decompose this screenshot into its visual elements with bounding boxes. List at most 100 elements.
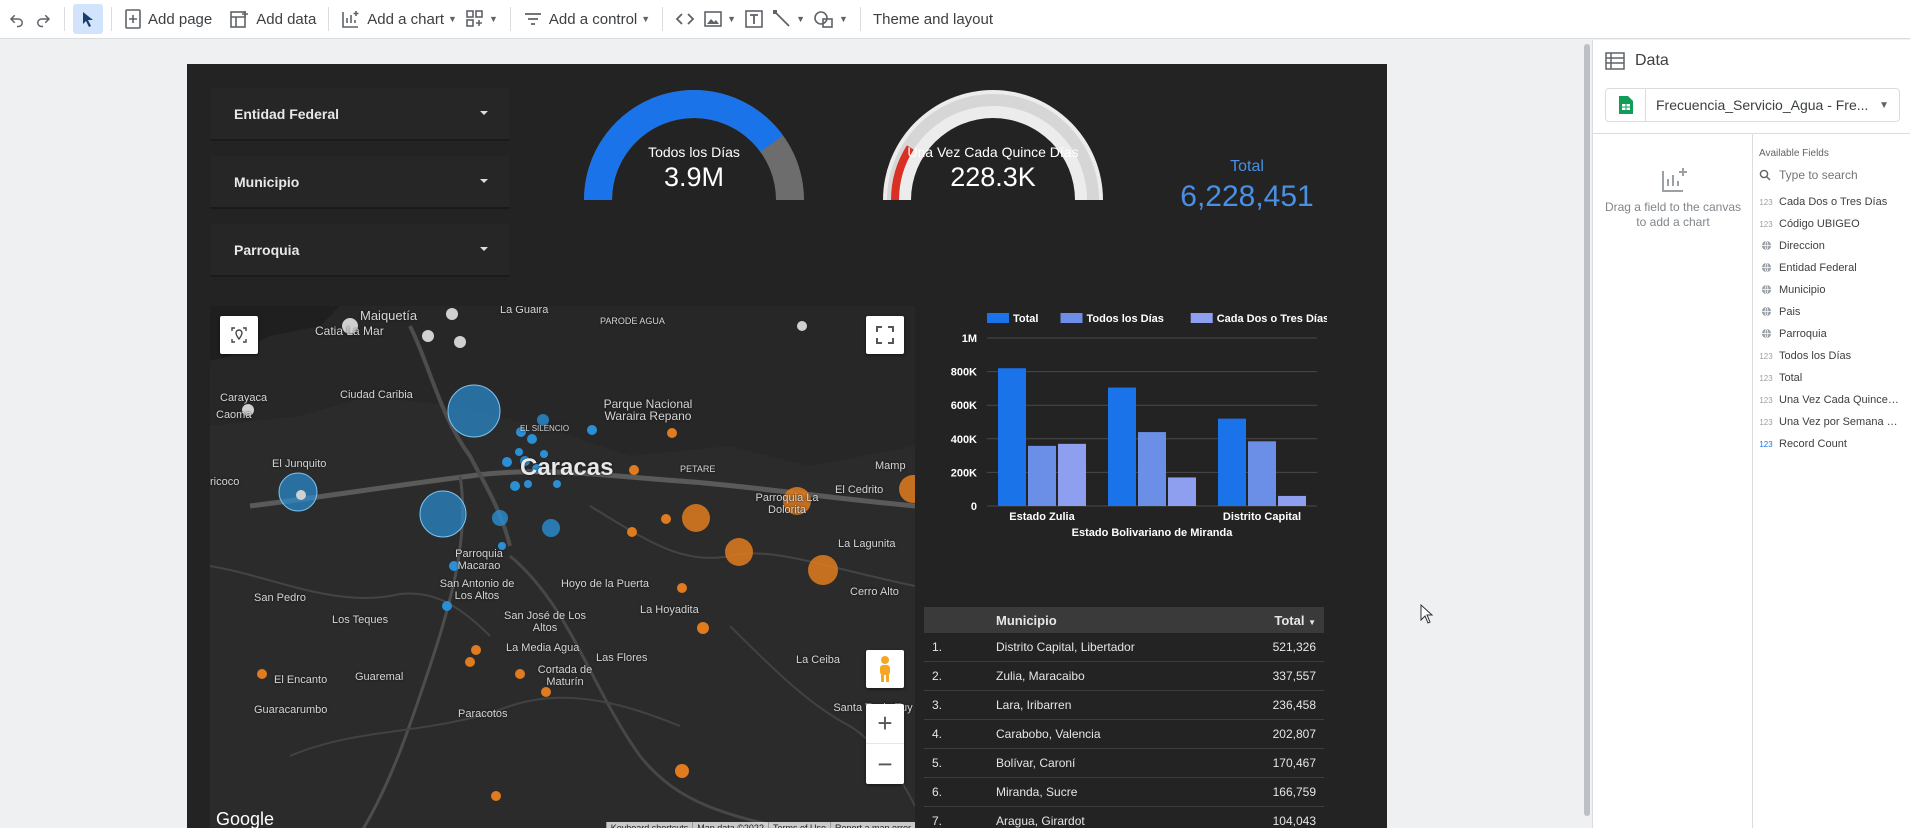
row-index: 5.: [932, 756, 943, 770]
legend-label: Total: [1013, 313, 1038, 325]
sort-desc-icon: ▼: [1308, 617, 1316, 627]
field-item[interactable]: 123 Una Vez Cada Quince ...: [1753, 389, 1910, 411]
table-header-municipio[interactable]: Municipio: [996, 613, 1234, 628]
scrollbar-thumb[interactable]: [1584, 44, 1590, 816]
row-total: 236,458: [1272, 698, 1316, 712]
legend-swatch: [1060, 313, 1083, 323]
add-data-button[interactable]: Add data: [226, 4, 320, 34]
zoom-controls: + −: [866, 704, 904, 784]
field-item[interactable]: 123 Total: [1753, 367, 1910, 389]
toolbar-divider: [328, 7, 330, 31]
table-row[interactable]: 2. Zulia, Maracaibo 337,557: [924, 662, 1324, 691]
table-row[interactable]: 4. Carabobo, Valencia 202,807: [924, 720, 1324, 749]
field-item[interactable]: 123 Cada Dos o Tres Días: [1753, 191, 1910, 213]
row-total: 170,467: [1272, 756, 1316, 770]
row-index: 6.: [932, 785, 943, 799]
line-button[interactable]: ▼: [768, 4, 809, 34]
available-fields-heading: Available Fields: [1759, 148, 1829, 159]
zoom-in-button[interactable]: +: [866, 704, 904, 744]
row-index: 2.: [932, 669, 943, 683]
field-item[interactable]: 123 Todos los Días: [1753, 345, 1910, 367]
add-chart-button[interactable]: Add a chart ▼: [337, 4, 461, 34]
field-item[interactable]: 123 Código UBIGEO: [1753, 213, 1910, 235]
locate-button[interactable]: [220, 316, 258, 354]
filter-parroquia[interactable]: Parroquia: [210, 224, 510, 276]
shape-button[interactable]: ▼: [809, 4, 852, 34]
table-row[interactable]: 7. Aragua, Girardot 104,043: [924, 807, 1324, 828]
chevron-down-icon: ▼: [796, 14, 806, 24]
field-name: Municipio: [1779, 284, 1826, 296]
undo-button[interactable]: [4, 4, 30, 34]
filter-municipio[interactable]: Municipio: [210, 156, 510, 208]
theme-layout-button[interactable]: Theme and layout: [869, 4, 997, 34]
data-source-selector[interactable]: Frecuencia_Servicio_Agua - Fre... ▼: [1605, 88, 1900, 122]
scorecard-total[interactable]: Total 6,228,451: [1147, 158, 1347, 214]
table-row[interactable]: 1. Distrito Capital, Libertador 521,326: [924, 633, 1324, 662]
x-category-label: Distrito Capital: [1223, 511, 1301, 523]
map-place-label: La Guaira: [500, 306, 549, 316]
gauge-una-vez-cada-quince-dias[interactable]: Una Vez Cada Quince Días 228.3K: [873, 80, 1113, 200]
legend-label: Todos los Días: [1087, 313, 1164, 325]
add-page-button[interactable]: Add page: [120, 4, 216, 34]
table-header-total[interactable]: Total ▼: [1234, 613, 1324, 628]
bar: [1278, 495, 1306, 506]
filter-entidad-federal[interactable]: Entidad Federal: [210, 88, 510, 140]
map-bubble: [527, 434, 537, 444]
table-row[interactable]: 6. Miranda, Sucre 166,759: [924, 778, 1324, 807]
field-item[interactable]: Municipio: [1753, 279, 1910, 301]
bar: [1108, 387, 1136, 506]
select-tool-button[interactable]: [73, 4, 103, 34]
gauge-value: 3.9M: [663, 162, 725, 192]
table-row[interactable]: 3. Lara, Iribarren 236,458: [924, 691, 1324, 720]
add-data-label: Add data: [256, 10, 317, 28]
row-total: 104,043: [1272, 814, 1316, 828]
map-footer-link[interactable]: Terms of Use: [767, 822, 830, 828]
field-search-input[interactable]: [1779, 168, 1899, 182]
community-viz-button[interactable]: ▼: [461, 4, 502, 34]
bar: [1028, 445, 1056, 506]
map-place-label: PETARE: [680, 464, 716, 474]
map-footer-link[interactable]: Map data ©2022: [692, 822, 768, 828]
table-row[interactable]: 5. Bolívar, Caroní 170,467: [924, 749, 1324, 778]
field-item[interactable]: 123 Una Vez por Semana (...: [1753, 411, 1910, 433]
text-box-icon: [745, 10, 763, 28]
map-bubble: [447, 384, 501, 438]
map-footer-link[interactable]: Keyboard shortcuts: [605, 822, 693, 828]
field-item[interactable]: Parroquia: [1753, 323, 1910, 345]
y-tick-label: 0: [971, 501, 977, 513]
redo-button[interactable]: [30, 4, 56, 34]
pegman-icon: [880, 656, 890, 682]
map-footer-link[interactable]: Report a map error: [829, 822, 915, 828]
number-type-icon: 123: [1759, 219, 1773, 229]
field-item[interactable]: Pais: [1753, 301, 1910, 323]
image-button[interactable]: ▼: [699, 4, 740, 34]
map-bubble: [677, 583, 687, 593]
field-item[interactable]: 123 Record Count: [1753, 433, 1910, 455]
add-control-button[interactable]: Add a control ▼: [519, 4, 654, 34]
bar: [998, 368, 1026, 506]
map-place-label: Parroquia Macarao: [455, 548, 503, 572]
map-place-label: Caracas: [520, 454, 614, 481]
fullscreen-button[interactable]: [866, 316, 904, 354]
bar-chart[interactable]: Total Todos los Días Cada Dos o Tres Días 0…: [927, 306, 1329, 576]
y-tick-label: 600K: [951, 400, 977, 412]
field-item[interactable]: Entidad Federal: [1753, 257, 1910, 279]
map-place-label: ricoco: [210, 476, 240, 488]
text-button[interactable]: [740, 4, 768, 34]
bubble-map[interactable]: Maiquetía La Guaira PARODE AGUA Catia La Ma…: [210, 306, 915, 828]
chevron-down-icon: ▼: [727, 14, 737, 24]
data-table[interactable]: Municipio Total ▼ 1. Distrito Capital, Li…: [924, 607, 1324, 828]
field-item[interactable]: Direccion: [1753, 235, 1910, 257]
gauge-todos-los-dias[interactable]: Todos los Días 3.9M: [574, 80, 814, 200]
location-pin-icon: [231, 327, 247, 343]
row-index: 1.: [932, 640, 943, 654]
canvas-scrollbar[interactable]: [1582, 40, 1592, 828]
row-index: 7.: [932, 814, 943, 828]
zoom-out-button[interactable]: −: [866, 744, 904, 784]
embed-url-button[interactable]: [671, 4, 699, 34]
street-view-pegman-button[interactable]: [866, 650, 904, 688]
number-type-icon: 123: [1759, 197, 1773, 207]
field-search[interactable]: [1759, 163, 1910, 187]
fullscreen-icon: [876, 326, 894, 344]
filter-control-icon: [524, 13, 541, 25]
